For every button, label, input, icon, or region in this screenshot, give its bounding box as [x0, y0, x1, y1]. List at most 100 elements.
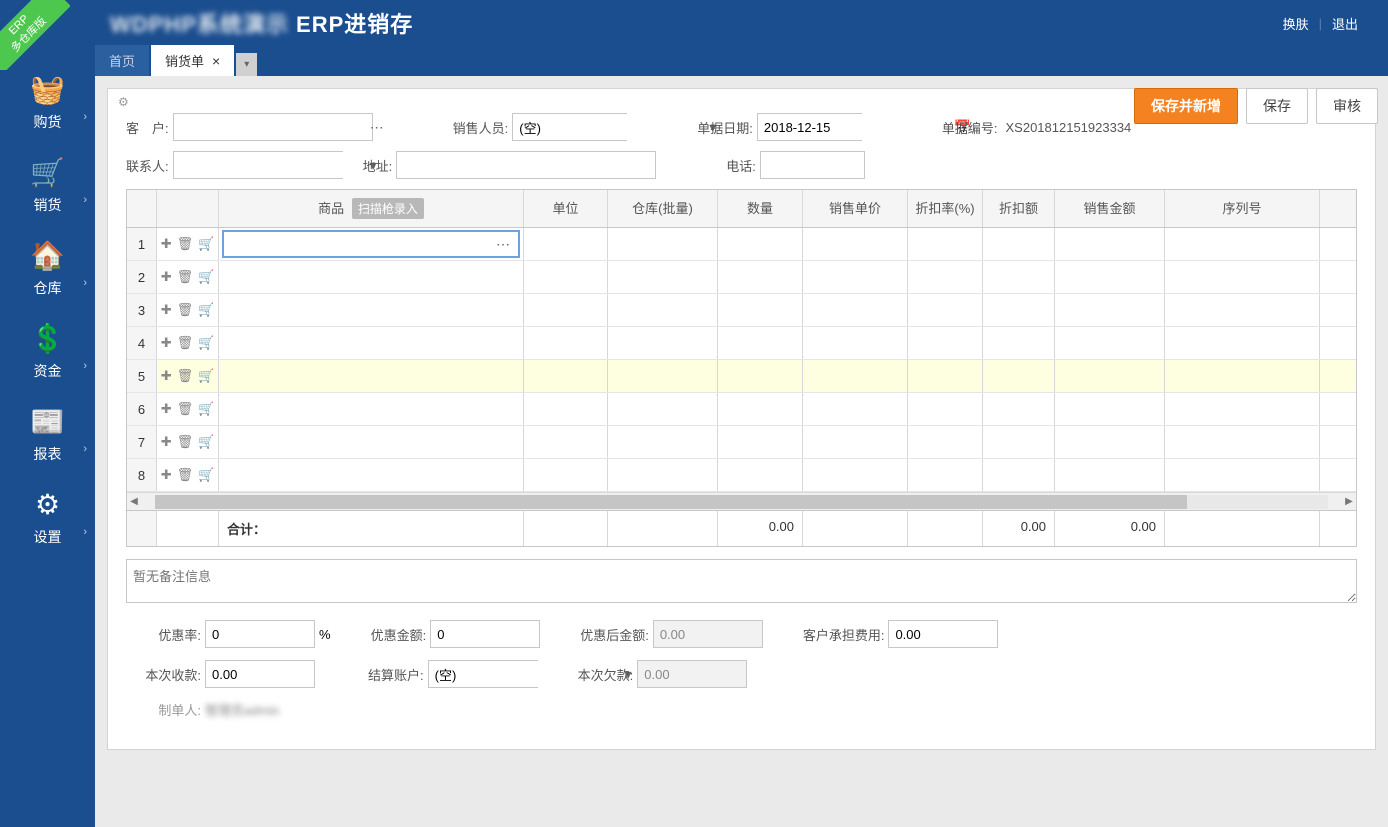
scan-badge[interactable]: 扫描枪录入 — [352, 198, 424, 219]
customer-fee-label: 客户承担费用: — [803, 625, 885, 644]
salesperson-label: 销售人员: — [453, 118, 509, 137]
creator-label: 制单人: — [126, 700, 201, 719]
audit-button[interactable]: 审核 — [1316, 88, 1378, 124]
save-new-button[interactable]: 保存并新增 — [1134, 88, 1238, 124]
save-button[interactable]: 保存 — [1246, 88, 1308, 124]
cart-row-icon[interactable]: 🛒 — [198, 467, 214, 483]
customer-fee-input[interactable] — [888, 620, 998, 648]
add-row-icon[interactable]: ✚ — [161, 401, 172, 417]
table-row[interactable]: 8✚🗑🛒 — [127, 459, 1356, 492]
cart-row-icon[interactable]: 🛒 — [198, 368, 214, 384]
chevron-right-icon: › — [83, 194, 87, 206]
delete-row-icon[interactable]: 🗑 — [177, 302, 194, 318]
toolbar: 保存并新增 保存 审核 — [1134, 88, 1378, 124]
scroll-right-icon[interactable]: ▶ — [1342, 496, 1356, 507]
sidebar-item-settings[interactable]: ⚙ 设置 › — [0, 476, 95, 559]
doc-number-label: 单据编号: — [942, 118, 998, 137]
product-editor[interactable]: ⋯ — [222, 230, 520, 258]
discount-rate-input[interactable] — [205, 620, 315, 648]
discount-amt-input[interactable] — [430, 620, 540, 648]
ellipsis-icon[interactable]: ⋯ — [488, 236, 518, 253]
address-input[interactable] — [396, 151, 656, 179]
account-select[interactable]: ▾ — [428, 660, 538, 688]
col-discount-amt: 折扣额 — [983, 190, 1055, 227]
row-number: 3 — [127, 294, 157, 326]
line-items-grid: 商品 扫描枪录入 单位 仓库(批量) 数量 销售单价 折扣率(%) 折扣额 销售… — [126, 189, 1357, 547]
scroll-left-icon[interactable]: ◀ — [127, 496, 141, 507]
table-row[interactable]: 5✚ 🗑🛒 — [127, 360, 1356, 393]
app-header: WDPHP系统演示 ERP进销存 换肤 | 退出 — [0, 0, 1388, 46]
close-icon[interactable]: × — [212, 53, 220, 69]
tab-bar: 首页 销货单 × ▾ — [95, 46, 1388, 76]
ellipsis-icon[interactable]: ⋯ — [362, 119, 392, 136]
contact-select[interactable]: ▾ — [173, 151, 343, 179]
theme-link[interactable]: 换肤 — [1273, 14, 1319, 33]
table-row[interactable]: 1✚🗑🛒⋯ — [127, 228, 1356, 261]
col-price: 销售单价 — [803, 190, 908, 227]
add-row-icon[interactable]: ✚ — [161, 335, 172, 351]
cart-row-icon[interactable]: 🛒 — [198, 401, 214, 417]
row-number: 7 — [127, 426, 157, 458]
customer-input[interactable]: ⋯ — [173, 113, 373, 141]
delete-row-icon[interactable]: 🗑 — [177, 401, 194, 417]
add-row-icon[interactable]: ✚ — [161, 269, 172, 285]
phone-input[interactable] — [760, 151, 865, 179]
sidebar-item-funds[interactable]: 💲 资金 › — [0, 310, 95, 393]
after-discount-input — [653, 620, 763, 648]
total-amount: 0.00 — [1055, 511, 1165, 546]
add-row-icon[interactable]: ✚ — [161, 368, 172, 384]
basket-icon: 🧺 — [30, 73, 65, 106]
logout-link[interactable]: 退出 — [1322, 14, 1368, 33]
tabs-dropdown[interactable]: ▾ — [236, 53, 257, 76]
total-discamt: 0.00 — [983, 511, 1055, 546]
tab-home[interactable]: 首页 — [95, 45, 149, 76]
add-row-icon[interactable]: ✚ — [161, 302, 172, 318]
gear-icon: ⚙ — [35, 488, 60, 521]
row-number: 6 — [127, 393, 157, 425]
horizontal-scrollbar[interactable]: ◀ ▶ — [127, 492, 1356, 510]
table-row[interactable]: 4✚🗑🛒 — [127, 327, 1356, 360]
received-input[interactable] — [205, 660, 315, 688]
content-area: 保存并新增 保存 审核 ⚙ 客 户: ⋯ 销售人员: ▾ 单据日 — [95, 76, 1388, 827]
cart-row-icon[interactable]: 🛒 — [198, 269, 214, 285]
panel-settings-icon[interactable]: ⚙ — [118, 95, 129, 109]
sidebar-item-reports[interactable]: 📰 报表 › — [0, 393, 95, 476]
col-serial: 序列号 — [1165, 190, 1320, 227]
notes-textarea[interactable] — [126, 559, 1357, 603]
delete-row-icon[interactable]: 🗑 — [177, 335, 194, 351]
chevron-right-icon: › — [83, 277, 87, 289]
cart-row-icon[interactable]: 🛒 — [198, 302, 214, 318]
col-discount-rate: 折扣率(%) — [908, 190, 983, 227]
sidebar: 🧺 购货 › 🛒 销货 › 🏠 仓库 › 💲 资金 › 📰 报表 › ⚙ 设置 … — [0, 46, 95, 827]
row-number: 5 — [127, 360, 157, 392]
table-row[interactable]: 7✚ 🗑🛒 — [127, 426, 1356, 459]
add-row-icon[interactable]: ✚ — [161, 236, 172, 252]
sidebar-item-purchase[interactable]: 🧺 购货 › — [0, 61, 95, 144]
col-product: 商品 扫描枪录入 — [219, 190, 524, 227]
sidebar-item-sales[interactable]: 🛒 销货 › — [0, 144, 95, 227]
sidebar-item-warehouse[interactable]: 🏠 仓库 › — [0, 227, 95, 310]
cart-row-icon[interactable]: 🛒 — [198, 335, 214, 351]
add-row-icon[interactable]: ✚ — [161, 434, 172, 450]
delete-row-icon[interactable]: 🗑 — [177, 434, 194, 450]
salesperson-select[interactable]: ▾ — [512, 113, 627, 141]
cart-row-icon[interactable]: 🛒 — [198, 236, 214, 252]
add-row-icon[interactable]: ✚ — [161, 467, 172, 483]
currency-icon: 💲 — [30, 322, 65, 355]
date-input[interactable]: 📅 — [757, 113, 862, 141]
delete-row-icon[interactable]: 🗑 — [177, 269, 194, 285]
table-row[interactable]: 2✚🗑🛒 — [127, 261, 1356, 294]
cart-row-icon[interactable]: 🛒 — [198, 434, 214, 450]
col-unit: 单位 — [524, 190, 608, 227]
report-icon: 📰 — [30, 405, 65, 438]
table-row[interactable]: 6✚ 🗑🛒 — [127, 393, 1356, 426]
col-qty: 数量 — [718, 190, 803, 227]
delete-row-icon[interactable]: 🗑 — [177, 467, 194, 483]
cart-icon: 🛒 — [30, 156, 65, 189]
table-row[interactable]: 3✚ 🗑🛒 — [127, 294, 1356, 327]
tab-sales-order[interactable]: 销货单 × — [151, 45, 234, 76]
delete-row-icon[interactable]: 🗑 — [177, 368, 194, 384]
delete-row-icon[interactable]: 🗑 — [177, 236, 194, 252]
scroll-thumb[interactable] — [155, 495, 1187, 509]
account-label: 结算账户: — [368, 665, 424, 684]
